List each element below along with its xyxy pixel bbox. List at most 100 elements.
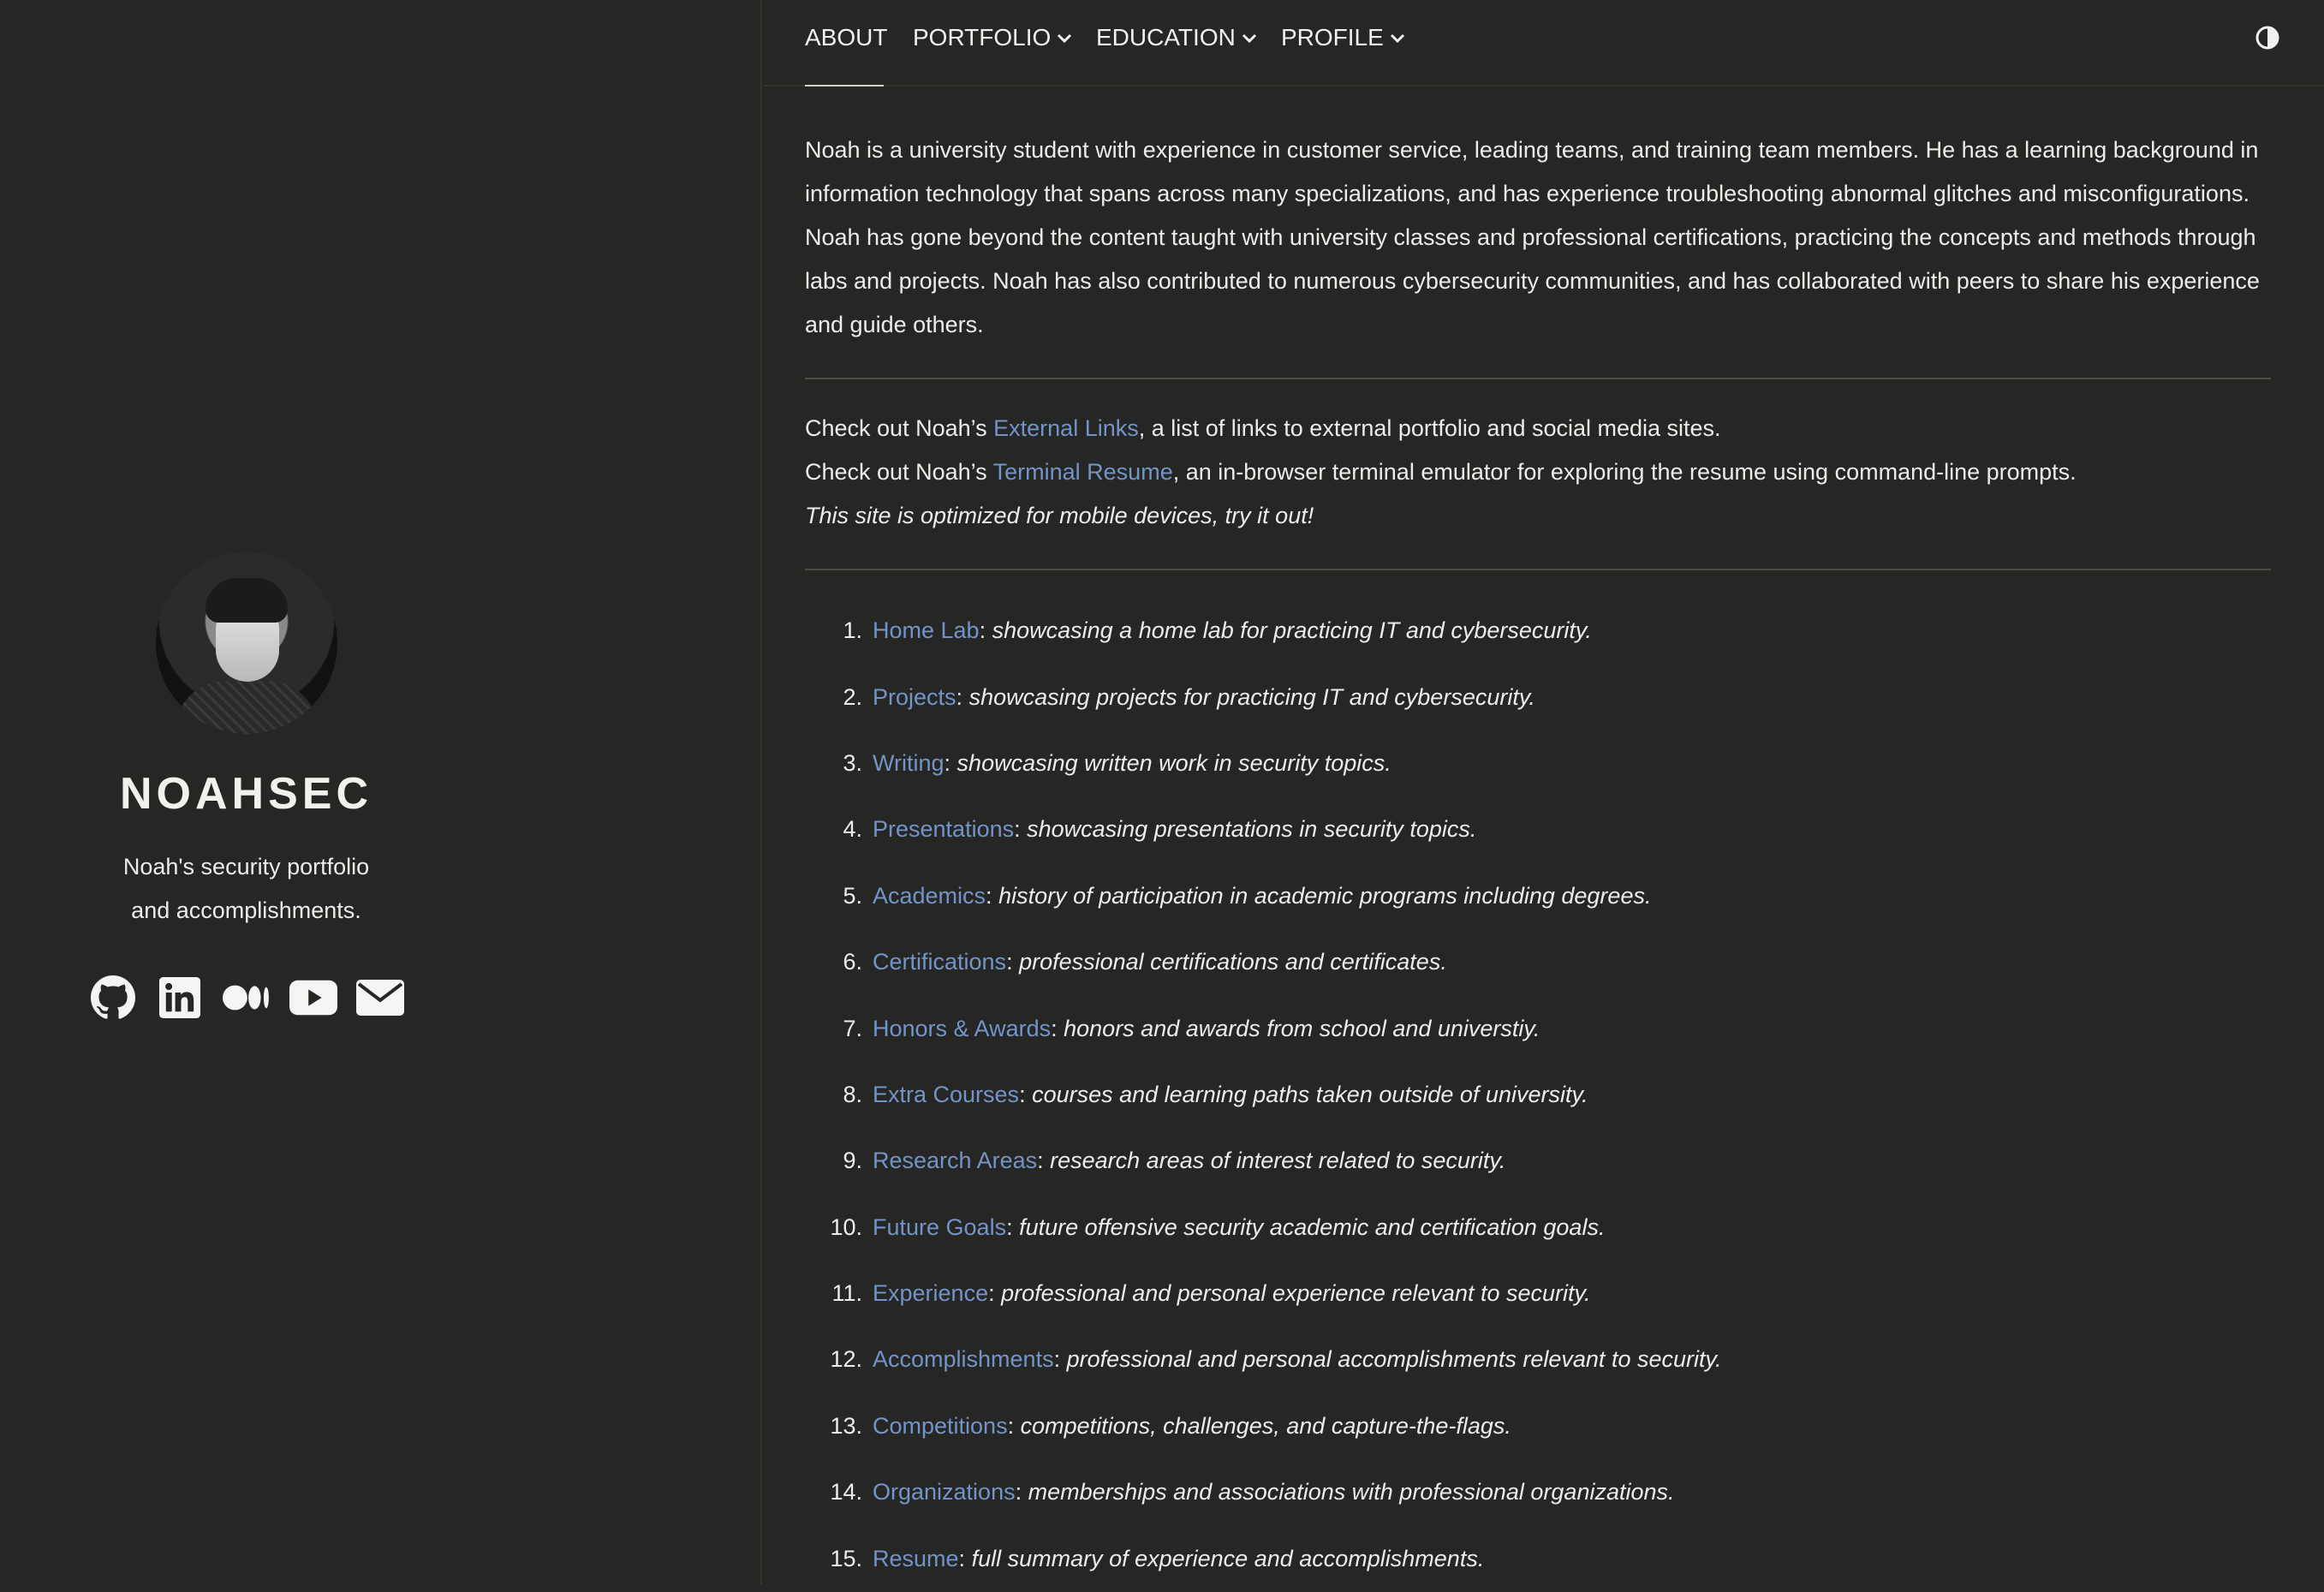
colon: :	[944, 749, 957, 776]
tagline-line: Noah's security portfolio	[122, 854, 370, 879]
section-description: research areas of interest related to se…	[1050, 1148, 1506, 1174]
section-description: competitions, challenges, and capture-th…	[1020, 1412, 1511, 1439]
nav-portfolio-label: PORTFOLIO	[913, 24, 1052, 51]
colon: :	[988, 1280, 1002, 1307]
section-description: showcasing presentations in security top…	[1027, 816, 1477, 843]
list-number: 13.	[830, 1412, 862, 1439]
terminal-resume-line: Check out Noah’s Terminal Resume, an in-…	[805, 450, 2271, 494]
list-number: 1.	[843, 617, 862, 644]
section-description: professional certifications and certific…	[1019, 949, 1447, 975]
section-link[interactable]: Extra Courses	[873, 1073, 1019, 1117]
section-link[interactable]: Academics	[873, 874, 986, 918]
list-number: 7.	[843, 1015, 862, 1041]
line-prefix: Check out Noah’s	[805, 459, 993, 485]
colon: :	[979, 617, 992, 644]
nav-profile-label: PROFILE	[1281, 24, 1384, 51]
list-item: 3. Writing: showcasing written work in se…	[805, 730, 2271, 796]
terminal-resume-link[interactable]: Terminal Resume	[993, 459, 1173, 485]
list-item: 6. Certifications: professional certifica…	[805, 929, 2271, 995]
section-link[interactable]: Experience	[873, 1272, 988, 1315]
list-number: 8.	[843, 1081, 862, 1107]
colon: :	[986, 882, 999, 909]
list-number: 2.	[843, 683, 862, 710]
list-item: 13. Competitions: competitions, challenge…	[805, 1393, 2271, 1459]
section-link[interactable]: Competitions	[873, 1404, 1008, 1448]
colon: :	[956, 683, 969, 710]
list-item: 11. Experience: professional and personal…	[805, 1261, 2271, 1327]
tagline-line: and accomplishments.	[131, 897, 361, 923]
list-number: 5.	[843, 882, 862, 909]
chevron-down-icon	[1390, 33, 1404, 44]
section-description: showcasing a home lab for practicing IT …	[992, 617, 1592, 644]
list-item: 2. Projects: showcasing projects for prac…	[805, 664, 2271, 730]
list-number: 11.	[831, 1280, 862, 1307]
colon: :	[1007, 1412, 1021, 1439]
list-number: 15.	[830, 1545, 862, 1571]
external-links-line: Check out Noah’s External Links, a list …	[805, 407, 2271, 450]
section-description: memberships and associations with profes…	[1028, 1479, 1675, 1506]
section-link[interactable]: Certifications	[873, 940, 1006, 984]
divider	[805, 569, 2271, 570]
nav-about-label: ABOUT	[805, 24, 888, 51]
section-link[interactable]: Presentations	[873, 808, 1014, 851]
colon: :	[1051, 1015, 1064, 1041]
list-item: 12. Accomplishments: professional and per…	[805, 1327, 2271, 1392]
site-title[interactable]: NOAHSEC	[120, 768, 372, 820]
chevron-down-icon	[1058, 33, 1072, 44]
section-description: future offensive security academic and c…	[1019, 1213, 1606, 1240]
avatar	[155, 552, 337, 734]
colon: :	[958, 1545, 972, 1571]
about-paragraph: Noah is a university student with experi…	[805, 137, 2260, 337]
nav-portfolio[interactable]: PORTFOLIO	[913, 24, 1073, 51]
section-link[interactable]: Organizations	[873, 1470, 1016, 1514]
nav-education[interactable]: EDUCATION	[1096, 24, 1258, 51]
about-section: Noah is a university student with experi…	[805, 128, 2271, 1592]
section-link[interactable]: Research Areas	[873, 1139, 1037, 1183]
section-description: showcasing written work in security topi…	[956, 749, 1391, 776]
list-number: 14.	[830, 1479, 862, 1506]
profile-card: NOAHSEC Noah's security portfolio and ac…	[0, 552, 492, 1022]
list-item: 15. Resume: full summary of experience an…	[805, 1525, 2271, 1591]
section-description: honors and awards from school and univer…	[1064, 1015, 1540, 1041]
external-links-link[interactable]: External Links	[993, 415, 1139, 441]
nav-education-label: EDUCATION	[1096, 24, 1236, 51]
list-number: 3.	[843, 749, 862, 776]
list-item: 4. Presentations: showcasing presentation…	[805, 796, 2271, 862]
line-prefix: Check out Noah’s	[805, 415, 994, 441]
youtube-icon[interactable]	[289, 974, 337, 1022]
colon: :	[1014, 816, 1028, 843]
line-suffix: , a list of links to external portfolio …	[1138, 415, 1721, 441]
colon: :	[1015, 1479, 1028, 1506]
nav-about[interactable]: ABOUT	[805, 24, 887, 51]
section-link[interactable]: Home Lab	[873, 609, 980, 653]
main-content: ABOUT PORTFOLIO EDUCATION PROFILE Noah i…	[764, 0, 2324, 1584]
list-number: 4.	[843, 816, 862, 843]
section-link[interactable]: Projects	[873, 676, 956, 719]
nav-profile[interactable]: PROFILE	[1281, 24, 1406, 51]
section-link[interactable]: Accomplishments	[873, 1338, 1054, 1381]
list-number: 9.	[843, 1148, 862, 1174]
list-item: 9. Research Areas: research areas of inte…	[805, 1128, 2271, 1194]
list-item: 1. Home Lab: showcasing a home lab for pr…	[805, 598, 2271, 664]
section-description: professional and personal accomplishment…	[1066, 1346, 1722, 1373]
list-item: 7. Honors & Awards: honors and awards fro…	[805, 995, 2271, 1061]
colon: :	[1006, 1213, 1020, 1240]
contrast-icon[interactable]	[2255, 26, 2279, 50]
social-links	[89, 974, 404, 1022]
linkedin-icon[interactable]	[156, 974, 204, 1022]
github-icon[interactable]	[89, 974, 137, 1022]
divider	[805, 378, 2271, 379]
list-number: 6.	[843, 949, 862, 975]
list-number: 10.	[830, 1213, 862, 1240]
section-link[interactable]: Writing	[873, 742, 944, 785]
section-description: professional and personal experience rel…	[1001, 1280, 1591, 1307]
section-link[interactable]: Honors & Awards	[873, 1007, 1051, 1051]
portfolio-section-list: 1. Home Lab: showcasing a home lab for pr…	[805, 598, 2271, 1592]
line-suffix: , an in-browser terminal emulator for ex…	[1172, 459, 2077, 485]
colon: :	[1053, 1346, 1067, 1373]
section-link[interactable]: Future Goals	[873, 1206, 1006, 1249]
section-link[interactable]: Resume	[873, 1537, 959, 1581]
active-tab-indicator	[805, 85, 884, 86]
envelope-icon[interactable]	[355, 974, 404, 1022]
medium-icon[interactable]	[222, 974, 271, 1022]
